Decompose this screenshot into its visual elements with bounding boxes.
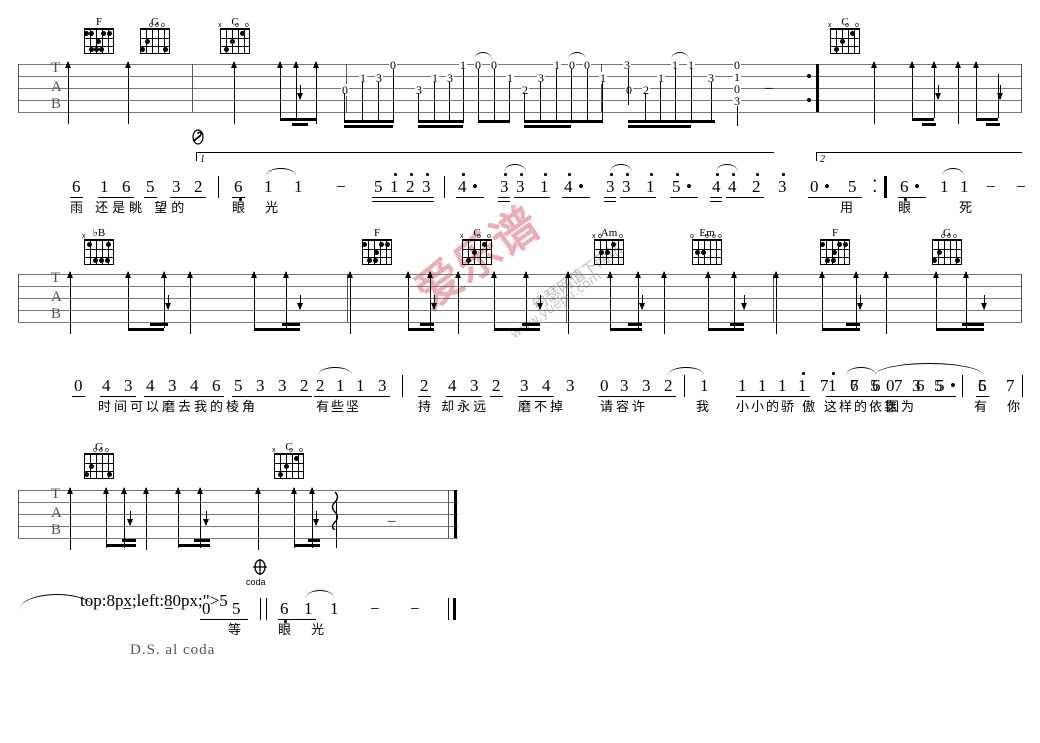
tab-letter-b: B [51, 96, 62, 112]
repeat-dot [807, 98, 811, 102]
tab-letter-b: B [51, 522, 62, 538]
chord-diagram-G-3: G ooo [82, 442, 116, 479]
chord-diagram-Em: Em oo oo [690, 228, 724, 265]
tab-letter-b: B [51, 306, 62, 322]
chord-name: F [95, 16, 103, 28]
chord-grid: xoo [460, 233, 492, 265]
volta-label: 1 [200, 154, 205, 165]
lyrics-4: 眼 死 [898, 201, 995, 216]
ds-al-coda-label: D.S. al coda [130, 642, 216, 658]
system-1: F G ooo C x o o C x o o T A B 0 1 3 0 3 … [0, 0, 1040, 215]
system-2: ♭B x F C x o o Am x o o Em o o o o F G o… [0, 225, 1040, 425]
lyrics-1: 雨 还是眺 望的 [70, 201, 189, 216]
lyrics-13: 有 你 [974, 400, 1029, 415]
strum-squiggle-icon [330, 490, 340, 533]
coda-icon [253, 559, 267, 579]
lyrics-11: 小小的骄 傲 [736, 400, 818, 415]
chord-grid: x [82, 233, 114, 265]
lyrics-9: 请容许 [600, 400, 649, 415]
tab-letter-t: T [51, 486, 61, 502]
tab-letter-a: A [51, 79, 62, 95]
tab-letter-t: T [51, 270, 61, 286]
tab-letter-a: A [51, 289, 62, 305]
chord-diagram-C: C xoo [218, 17, 252, 54]
chord-grid [84, 28, 114, 54]
chord-diagram-Am: Am xoo [592, 228, 626, 265]
chord-name: F [373, 227, 381, 239]
volta-bracket-2: 2 [816, 152, 1022, 165]
volta-bracket-1: 1 [196, 152, 774, 165]
tab-letter-t: T [51, 60, 61, 76]
chord-diagram-Bb: ♭B x [82, 228, 116, 265]
lyrics-3: 用 [840, 201, 854, 216]
chord-grid: ooo [932, 233, 962, 265]
chord-grid: xoo [272, 447, 304, 479]
repeat-dot [807, 74, 811, 78]
chord-diagram-F-2: F [360, 228, 394, 265]
lyrics-14: 等 [228, 623, 242, 638]
chord-diagram-F: F [82, 17, 116, 54]
chord-grid: oo oo [690, 233, 722, 265]
tab-letter-a: A [51, 505, 62, 521]
chord-diagram-G: G ooo [138, 17, 172, 54]
lyrics-2: 眼 光 [232, 201, 287, 216]
chord-grid [362, 239, 392, 265]
chord-grid: xoo [592, 233, 624, 265]
tab-staff-1: T A B [18, 60, 1022, 114]
chord-name: F [831, 227, 839, 239]
volta-label: 2 [820, 154, 825, 165]
system-3: G ooo C xoo T A B – coda top:8px;left:80… [0, 437, 1040, 667]
lyrics-5: 时间可以磨去我的棱角 [98, 400, 259, 415]
chord-grid: ooo [140, 22, 170, 54]
coda-label: coda [246, 577, 266, 587]
lyrics-7: 持 却永远 [418, 400, 490, 415]
chord-diagram-F-3: F [818, 228, 852, 265]
chord-grid: xoo [218, 22, 250, 54]
chord-grid: xoo [828, 22, 860, 54]
segno-icon [191, 129, 205, 149]
lyrics-15: 眼 光 [278, 623, 333, 638]
chord-diagram-C-4: C xoo [272, 442, 306, 479]
chord-grid: ooo [84, 447, 114, 479]
lyrics-6: 有些坚 [316, 400, 362, 415]
chord-grid [820, 239, 850, 265]
chord-diagram-C-2: C xoo [828, 17, 862, 54]
lyrics-10: 我 [696, 400, 710, 415]
lyrics-8: 磨不掉 [518, 400, 567, 415]
chord-name: ♭B [92, 227, 106, 239]
chord-diagram-C-3: C xoo [460, 228, 494, 265]
chord-diagram-G-2: G ooo [930, 228, 964, 265]
lyrics-16: 这样的依靠 [824, 400, 900, 415]
